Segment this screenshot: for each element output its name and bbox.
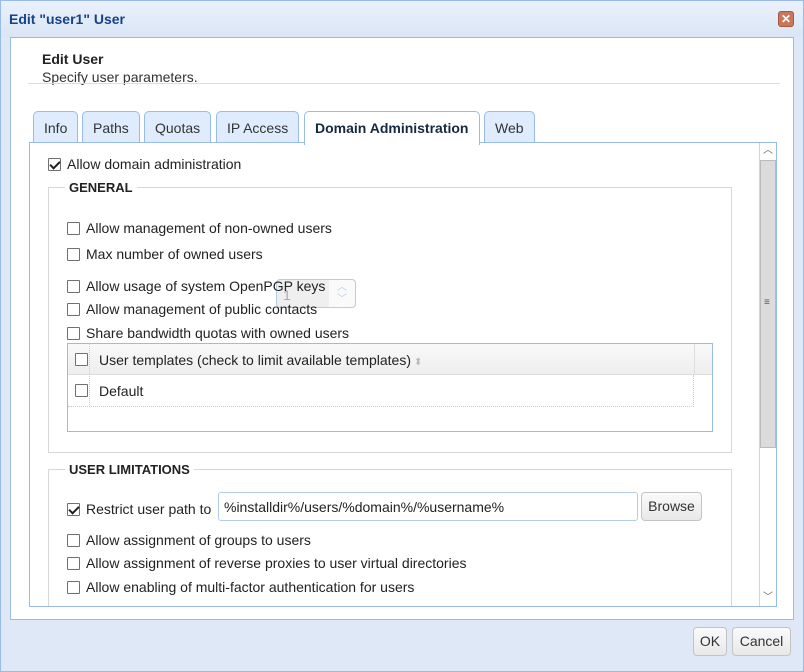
scrollbar-thumb[interactable]: ≡ [760, 160, 776, 448]
option-share-bandwidth[interactable]: Share bandwidth quotas with owned users [67, 324, 349, 341]
manage-non-owned-label: Allow management of non-owned users [86, 220, 332, 237]
vertical-scrollbar[interactable]: ︿ ≡ ﹀ [759, 143, 776, 606]
option-assign-groups[interactable]: Allow assignment of groups to users [67, 531, 311, 548]
tab-domain-administration[interactable]: Domain Administration [304, 111, 480, 145]
public-contacts-label: Allow management of public contacts [86, 301, 318, 318]
sort-icon[interactable]: ⬍ [414, 357, 422, 368]
template-name: Default [99, 383, 144, 399]
table-row[interactable]: Default [68, 375, 694, 407]
restrict-path-input[interactable] [218, 492, 638, 521]
option-system-openpgp[interactable]: Allow usage of system OpenPGP keys [67, 277, 325, 294]
header-title: Edit User [42, 51, 104, 67]
restrict-path-label: Restrict user path to [86, 501, 212, 518]
option-restrict-path[interactable]: Restrict user path to [67, 500, 211, 517]
header-divider [28, 83, 780, 84]
grid-header: User templates (check to limit available… [68, 344, 712, 375]
user-templates-grid: User templates (check to limit available… [67, 343, 713, 432]
system-openpgp-label: Allow usage of system OpenPGP keys [86, 278, 326, 295]
allow-domain-admin-option[interactable]: Allow domain administration [48, 155, 241, 172]
close-x-icon: ✕ [780, 12, 792, 26]
domain-admin-panel: Allow domain administration GENERAL Allo… [29, 142, 777, 607]
option-multi-factor[interactable]: Allow enabling of multi-factor authentic… [67, 578, 414, 595]
tab-paths[interactable]: Paths [82, 111, 140, 144]
cancel-button[interactable]: Cancel [732, 627, 791, 656]
max-owned-users-checkbox[interactable] [67, 247, 80, 261]
assign-groups-label: Allow assignment of groups to users [86, 532, 311, 549]
close-button[interactable]: ✕ [778, 11, 794, 27]
spinner-arrows[interactable]: ︿ ﹀ [329, 280, 355, 307]
browse-button[interactable]: Browse [641, 492, 702, 521]
select-all-templates-checkbox[interactable] [75, 353, 88, 366]
multi-factor-checkbox[interactable] [67, 580, 80, 594]
tab-quotas[interactable]: Quotas [144, 111, 212, 144]
option-public-contacts[interactable]: Allow management of public contacts [67, 300, 317, 317]
max-owned-users-label: Max number of owned users [86, 246, 263, 263]
assign-reverse-proxies-label: Allow assignment of reverse proxies to u… [86, 555, 467, 572]
grid-header-end-divider [694, 344, 695, 375]
grid-column-header[interactable]: User templates (check to limit available… [99, 352, 422, 368]
grip-icon: ≡ [764, 297, 770, 308]
option-assign-reverse-proxies[interactable]: Allow assignment of reverse proxies to u… [67, 554, 467, 571]
scroll-down-icon[interactable]: ﹀ [760, 590, 776, 606]
allow-domain-admin-label: Allow domain administration [67, 156, 242, 173]
restrict-path-checkbox[interactable] [67, 502, 80, 516]
dialog-title: Edit "user1" User [9, 11, 125, 27]
chevron-up-icon[interactable]: ︿ [337, 282, 347, 293]
ok-button[interactable]: OK [693, 627, 727, 656]
manage-non-owned-checkbox[interactable] [67, 221, 80, 235]
chevron-down-icon[interactable]: ﹀ [337, 294, 347, 305]
template-default-checkbox[interactable] [75, 384, 88, 397]
share-bandwidth-checkbox[interactable] [67, 326, 80, 340]
user-limitations-legend: USER LIMITATIONS [69, 462, 190, 477]
dialog-footer: OK Cancel [1, 621, 803, 671]
assign-groups-checkbox[interactable] [67, 533, 80, 547]
public-contacts-checkbox[interactable] [67, 302, 80, 316]
option-manage-non-owned[interactable]: Allow management of non-owned users [67, 219, 332, 236]
edit-user-dialog: Edit "user1" User ✕ Edit User Specify us… [0, 0, 804, 672]
multi-factor-label: Allow enabling of multi-factor authentic… [86, 579, 415, 596]
tab-ip-access[interactable]: IP Access [216, 111, 300, 144]
dialog-body: Edit User Specify user parameters. Info … [10, 37, 794, 620]
system-openpgp-checkbox[interactable] [67, 279, 80, 293]
general-legend: GENERAL [69, 180, 133, 195]
tab-web[interactable]: Web [484, 111, 535, 144]
assign-reverse-proxies-checkbox[interactable] [67, 556, 80, 570]
tab-info[interactable]: Info [33, 111, 79, 144]
dialog-titlebar[interactable]: Edit "user1" User ✕ [1, 1, 803, 37]
share-bandwidth-label: Share bandwidth quotas with owned users [86, 325, 350, 342]
templates-header-label: User templates (check to limit available… [99, 352, 412, 368]
allow-domain-admin-checkbox[interactable] [48, 157, 61, 171]
option-max-owned-users[interactable]: Max number of owned users [67, 245, 263, 262]
scroll-up-icon[interactable]: ︿ [760, 143, 776, 159]
